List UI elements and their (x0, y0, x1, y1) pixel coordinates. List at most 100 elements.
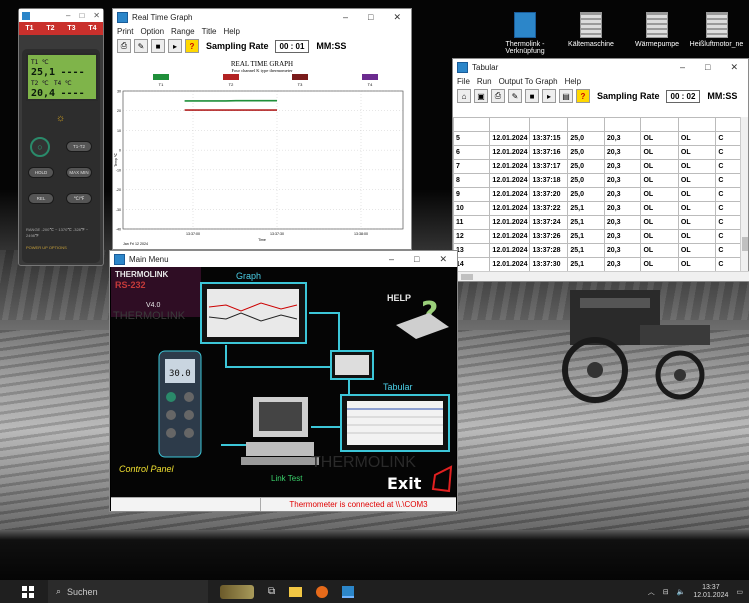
menu-help[interactable]: Help (223, 27, 239, 36)
table-cell[interactable] (677, 117, 717, 132)
vertical-scrollbar[interactable] (740, 117, 748, 271)
tabular-thumbnail[interactable] (330, 350, 374, 380)
table-cell[interactable]: 12.01.2024 (489, 229, 531, 244)
table-cell[interactable]: OL (640, 173, 679, 188)
menu-run[interactable]: Run (477, 77, 492, 86)
network-icon[interactable]: ⊟ (663, 588, 669, 596)
table-cell[interactable]: 25,0 (567, 173, 605, 188)
menu-output-to-graph[interactable]: Output To Graph (499, 77, 558, 86)
table-cell[interactable]: OL (677, 201, 717, 216)
table-cell[interactable]: 20,3 (603, 229, 642, 244)
table-cell[interactable]: OL (677, 229, 717, 244)
table-cell[interactable] (453, 117, 491, 132)
table-cell[interactable]: OL (640, 243, 679, 258)
control-panel-label[interactable]: Control Panel (119, 464, 175, 474)
t1-t2-button[interactable]: T1-T2 (66, 141, 92, 152)
table-cell[interactable]: C (715, 159, 742, 174)
notification-icon[interactable]: ▭ (736, 588, 743, 596)
tabular-button[interactable] (340, 394, 450, 452)
table-cell[interactable]: 10 (453, 201, 491, 216)
table-cell[interactable]: C (715, 257, 742, 271)
table-row[interactable]: 8 12.01.2024 13:37:18 25,0 20,3 OL OL C (453, 173, 742, 188)
table-cell[interactable]: 20,3 (603, 159, 642, 174)
table-row[interactable]: 10 12.01.2024 13:37:22 25,1 20,3 OL OL C (453, 201, 742, 216)
channel-tab-t3[interactable]: T3 (67, 25, 75, 32)
table-cell[interactable]: 25,1 (567, 229, 605, 244)
minimize-icon[interactable]: – (66, 11, 70, 20)
table-cell[interactable]: 12.01.2024 (489, 243, 531, 258)
data-grid[interactable]: 5 12.01.2024 13:37:15 25,0 20,3 OL OL C 6 12.01.2… (453, 117, 742, 271)
menu-range[interactable]: Range (171, 27, 195, 36)
maximize-icon[interactable]: □ (79, 11, 84, 20)
main-menu-titlebar[interactable]: Main Menu – □ ✕ (110, 251, 457, 267)
table-row[interactable]: 13 12.01.2024 13:37:28 25,1 20,3 OL OL C (453, 243, 742, 258)
control-panel-meter-button[interactable]: 30.0 (158, 350, 202, 458)
firefox-icon[interactable] (316, 585, 329, 598)
table-cell[interactable]: 13:37:22 (529, 201, 569, 216)
stop-icon[interactable]: ■ (151, 39, 165, 53)
meter-titlebar[interactable]: – □ ✕ (19, 9, 103, 22)
sampling-rate-field[interactable]: 00 : 01 (274, 39, 310, 53)
table-cell[interactable]: C (715, 173, 742, 188)
table-cell[interactable]: 5 (453, 131, 491, 146)
channel-tab-t2[interactable]: T2 (46, 25, 54, 32)
table-cell[interactable]: 12 (453, 229, 491, 244)
close-icon[interactable]: ✕ (393, 12, 401, 23)
table-cell[interactable]: OL (640, 159, 679, 174)
print-icon[interactable]: ⎙ (491, 89, 505, 103)
table-row[interactable]: 5 12.01.2024 13:37:15 25,0 20,3 OL OL C (453, 131, 742, 146)
scroll-thumb[interactable] (461, 274, 473, 280)
start-windows-icon[interactable] (22, 585, 34, 598)
table-cell[interactable]: 20,3 (603, 257, 642, 271)
table-cell[interactable] (567, 117, 605, 132)
table-cell[interactable]: OL (640, 145, 679, 160)
link-test-label[interactable]: Link Test (271, 474, 303, 483)
menu-print[interactable]: Print (117, 27, 133, 36)
table-cell[interactable]: 12.01.2024 (489, 215, 531, 230)
table-cell[interactable]: OL (677, 159, 717, 174)
table-cell[interactable]: 6 (453, 145, 491, 160)
unit-toggle-button[interactable]: ℃/℉ (66, 193, 92, 204)
stop-icon[interactable]: ■ (525, 89, 539, 103)
table-cell[interactable]: OL (640, 257, 679, 271)
table-cell[interactable]: 25,1 (567, 201, 605, 216)
table-cell[interactable] (489, 117, 531, 132)
table-cell[interactable]: 8 (453, 173, 491, 188)
play-icon[interactable]: ▸ (542, 89, 556, 103)
table-cell[interactable]: OL (677, 257, 717, 271)
table-cell[interactable] (640, 117, 679, 132)
table-cell[interactable]: 12.01.2024 (489, 187, 531, 202)
table-cell[interactable]: 13:37:26 (529, 229, 569, 244)
task-view-icon[interactable]: ⧉ (268, 586, 275, 597)
graph-button[interactable] (200, 282, 307, 344)
table-row[interactable]: 9 12.01.2024 13:37:20 25,0 20,3 OL OL C (453, 187, 742, 202)
table-cell[interactable]: C (715, 187, 742, 202)
table-cell[interactable]: 20,3 (603, 173, 642, 188)
rel-button[interactable]: REL (28, 193, 54, 204)
table-cell[interactable]: 20,3 (603, 145, 642, 160)
table-cell[interactable]: 13:37:16 (529, 145, 569, 160)
table-cell[interactable]: 20,3 (603, 187, 642, 202)
table-cell[interactable]: OL (640, 131, 679, 146)
table-cell[interactable]: 7 (453, 159, 491, 174)
table-cell[interactable]: 12.01.2024 (489, 159, 531, 174)
meter-control-window[interactable]: – □ ✕ T1 T2 T3 T4 T1 ℃ 25,1 ---- T2 ℃ T4 ℃… (18, 8, 104, 266)
table-cell[interactable]: 13:37:17 (529, 159, 569, 174)
table-cell[interactable]: 12.01.2024 (489, 145, 531, 160)
table-row[interactable]: 12 12.01.2024 13:37:26 25,1 20,3 OL OL C (453, 229, 742, 244)
help-icon[interactable]: ? (185, 39, 199, 53)
pen-icon[interactable]: ✎ (508, 89, 522, 103)
table-cell[interactable]: 13:37:24 (529, 215, 569, 230)
table-row[interactable]: 7 12.01.2024 13:37:17 25,0 20,3 OL OL C (453, 159, 742, 174)
table-cell[interactable]: OL (640, 215, 679, 230)
table-cell[interactable]: 12.01.2024 (489, 173, 531, 188)
file-explorer-icon[interactable] (289, 586, 303, 597)
hold-button[interactable]: HOLD (28, 167, 54, 178)
table-cell[interactable]: OL (640, 201, 679, 216)
table-cell[interactable]: OL (677, 215, 717, 230)
tabular-titlebar[interactable]: Tabular – □ ✕ (453, 59, 748, 75)
table-cell[interactable]: 12.01.2024 (489, 257, 531, 271)
taskbar-search[interactable]: ⌕ Suchen (48, 580, 208, 603)
table-cell[interactable] (603, 117, 642, 132)
table-cell[interactable]: 25,0 (567, 159, 605, 174)
